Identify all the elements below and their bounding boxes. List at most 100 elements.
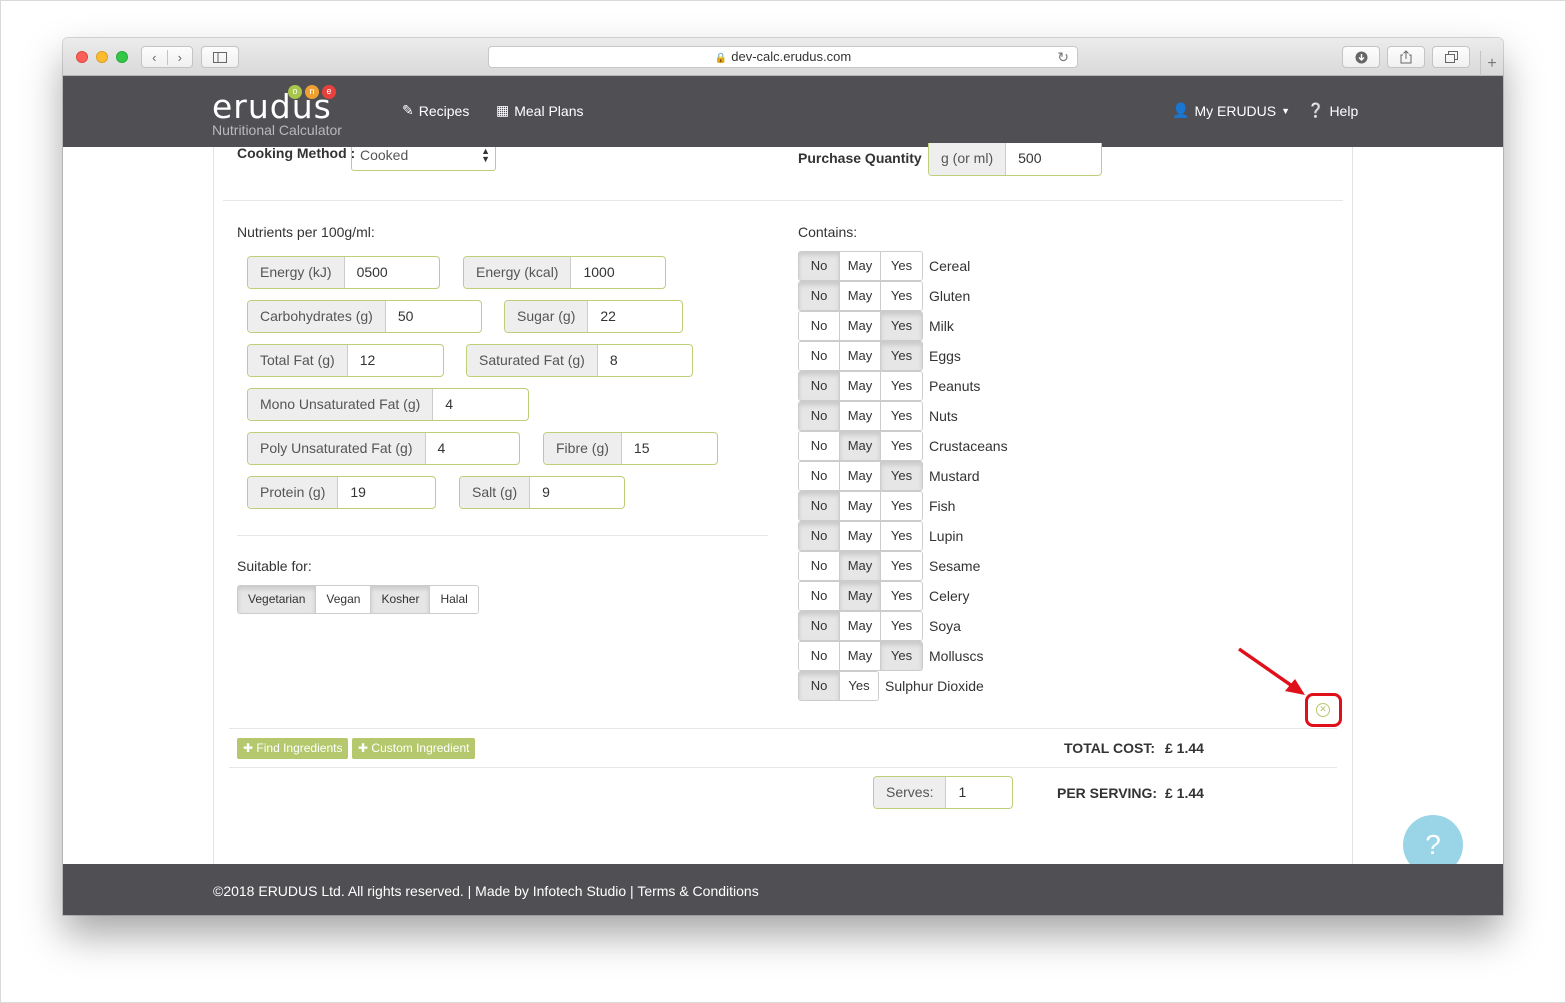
total-fat-input[interactable]: 12 xyxy=(348,345,443,376)
allergen-may-button[interactable]: May xyxy=(840,552,881,580)
nav-my-erudus[interactable]: 👤 My ERUDUS ▼ xyxy=(1172,102,1290,119)
allergen-no-button[interactable]: No xyxy=(799,612,840,640)
allergen-yes-button[interactable]: Yes xyxy=(881,402,922,430)
nav-meal-plans[interactable]: ▦ Meal Plans xyxy=(496,102,584,119)
allergen-yes-button[interactable]: Yes xyxy=(881,612,922,640)
allergen-may-button[interactable]: May xyxy=(840,282,881,310)
sat-fat-input[interactable]: 8 xyxy=(598,345,692,376)
allergen-yes-button[interactable]: Yes xyxy=(881,372,922,400)
suitable-option[interactable]: Vegan xyxy=(316,586,372,613)
nav-help[interactable]: ❔ Help xyxy=(1307,102,1358,119)
address-bar[interactable]: 🔒 dev-calc.erudus.com ↻ xyxy=(488,46,1078,68)
divider xyxy=(223,200,1343,201)
logo-subtitle: Nutritional Calculator xyxy=(212,122,342,138)
allergen-no-button[interactable]: No xyxy=(799,522,840,550)
cooking-method-select[interactable]: Cooked ▲ ▼ xyxy=(351,147,496,171)
allergen-may-button[interactable]: May xyxy=(840,582,881,610)
allergen-toggle: No May Yes xyxy=(798,491,923,521)
mono-fat-group: Mono Unsaturated Fat (g) 4 xyxy=(247,388,529,421)
maximize-window-button[interactable] xyxy=(116,51,128,63)
allergen-may-button[interactable]: May xyxy=(840,612,881,640)
allergen-yes-button[interactable]: Yes xyxy=(881,252,922,280)
allergen-may-button[interactable]: May xyxy=(840,522,881,550)
allergen-yes-button[interactable]: Yes xyxy=(881,432,922,460)
allergen-no-button[interactable]: No xyxy=(799,492,840,520)
allergen-row: No May Yes Gluten xyxy=(798,281,970,311)
allergen-may-button[interactable]: May xyxy=(840,462,881,490)
sugar-input[interactable]: 22 xyxy=(588,301,682,332)
address-url: dev-calc.erudus.com xyxy=(731,49,852,64)
allergen-name: Lupin xyxy=(929,528,964,544)
close-window-button[interactable] xyxy=(76,51,88,63)
forward-icon[interactable]: › xyxy=(168,50,193,65)
allergen-yes-button[interactable]: Yes xyxy=(881,282,922,310)
carbs-input[interactable]: 50 xyxy=(386,301,481,332)
allergen-may-button[interactable]: May xyxy=(840,312,881,340)
custom-ingredient-button[interactable]: ✚ Custom Ingredient xyxy=(352,738,476,759)
minimize-window-button[interactable] xyxy=(96,51,108,63)
lock-icon: 🔒 xyxy=(714,53,728,64)
fibre-input[interactable]: 15 xyxy=(622,433,717,464)
allergen-may-button[interactable]: May xyxy=(840,252,881,280)
poly-fat-input[interactable]: 4 xyxy=(426,433,519,464)
allergen-yes-button[interactable]: Yes xyxy=(881,642,922,670)
nav-recipes[interactable]: ✎ Recipes xyxy=(402,102,469,119)
energy-kcal-input[interactable]: 1000 xyxy=(571,257,665,288)
allergen-yes-button[interactable]: Yes xyxy=(840,672,878,700)
erudus-logo[interactable]: erudus one Nutritional Calculator xyxy=(212,85,342,138)
back-icon[interactable]: ‹ xyxy=(142,49,168,65)
allergen-no-button[interactable]: No xyxy=(799,582,840,610)
sidebar-toggle-button[interactable] xyxy=(201,46,239,68)
share-button[interactable] xyxy=(1387,46,1425,68)
allergen-name: Cereal xyxy=(929,258,971,274)
allergen-yes-button[interactable]: Yes xyxy=(881,582,922,610)
allergen-may-button[interactable]: May xyxy=(840,402,881,430)
serves-input[interactable]: 1 xyxy=(946,777,1012,808)
protein-input[interactable]: 19 xyxy=(338,477,435,508)
allergen-no-button[interactable]: No xyxy=(799,402,840,430)
downloads-button[interactable] xyxy=(1342,46,1380,68)
reload-icon[interactable]: ↻ xyxy=(1057,47,1069,67)
allergen-yes-button[interactable]: Yes xyxy=(881,462,922,490)
allergen-may-button[interactable]: May xyxy=(840,342,881,370)
allergen-may-button[interactable]: May xyxy=(840,372,881,400)
allergen-no-button[interactable]: No xyxy=(799,342,840,370)
purchase-quantity-input[interactable]: 500 xyxy=(1006,143,1101,175)
new-tab-button[interactable]: + xyxy=(1480,51,1503,76)
allergen-yes-button[interactable]: Yes xyxy=(881,522,922,550)
site-header: erudus one Nutritional Calculator ✎ Reci… xyxy=(63,76,1503,147)
allergen-may-button[interactable]: May xyxy=(840,432,881,460)
allergen-no-button[interactable]: No xyxy=(799,432,840,460)
find-ingredients-button[interactable]: ✚ Find Ingredients xyxy=(237,738,349,759)
allergen-may-button[interactable]: May xyxy=(840,642,881,670)
suitable-option[interactable]: Kosher xyxy=(371,586,431,613)
mono-fat-input[interactable]: 4 xyxy=(433,389,528,420)
allergen-row: No May Yes Lupin xyxy=(798,521,963,551)
allergen-name: Soya xyxy=(929,618,961,634)
salt-input[interactable]: 9 xyxy=(530,477,624,508)
allergen-may-button[interactable]: May xyxy=(840,492,881,520)
allergen-toggle: No May Yes xyxy=(798,431,923,461)
allergen-name: Crustaceans xyxy=(929,438,1008,454)
suitable-option[interactable]: Vegetarian xyxy=(238,586,317,613)
allergen-no-button[interactable]: No xyxy=(799,642,840,670)
show-tabs-button[interactable] xyxy=(1432,46,1470,68)
allergen-no-button[interactable]: No xyxy=(799,312,840,340)
plus-icon: + xyxy=(1487,55,1497,72)
allergen-no-button[interactable]: No xyxy=(799,672,840,700)
allergen-row: No May Yes Mustard xyxy=(798,461,980,491)
allergen-no-button[interactable]: No xyxy=(799,552,840,580)
suitable-option[interactable]: Halal xyxy=(430,586,478,613)
allergen-yes-button[interactable]: Yes xyxy=(881,492,922,520)
allergen-yes-button[interactable]: Yes xyxy=(881,552,922,580)
allergen-no-button[interactable]: No xyxy=(799,462,840,490)
allergen-no-button[interactable]: No xyxy=(799,372,840,400)
allergen-name: Celery xyxy=(929,588,970,604)
allergen-no-button[interactable]: No xyxy=(799,282,840,310)
energy-kj-input[interactable]: 0500 xyxy=(345,257,439,288)
allergen-yes-button[interactable]: Yes xyxy=(881,312,922,340)
suitable-toggle-group: Vegetarian Vegan Kosher Halal xyxy=(237,585,479,614)
allergen-yes-button[interactable]: Yes xyxy=(881,342,922,370)
allergen-no-button[interactable]: No xyxy=(799,252,840,280)
total-cost-label: TOTAL COST: xyxy=(1064,740,1155,756)
